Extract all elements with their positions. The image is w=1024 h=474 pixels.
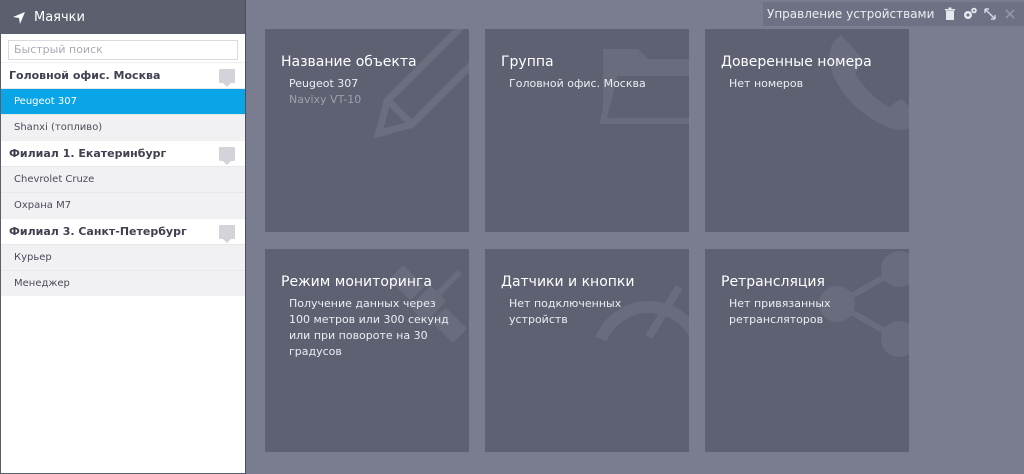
tracker-item[interactable]: Курьер	[1, 244, 245, 270]
quick-search-input[interactable]	[8, 39, 238, 60]
sidebar-header: Маячки	[1, 1, 245, 34]
tile-body: Нет подключенных устройств	[509, 296, 669, 328]
group-tile[interactable]: Группа Головной офис. Москва	[485, 29, 689, 232]
trusted-numbers-tile[interactable]: Доверенные номера Нет номеров	[705, 29, 909, 232]
group-chat-icon[interactable]	[219, 224, 235, 243]
group-name: Головной офис. Москва	[9, 69, 161, 82]
tile-body: Головной офис. Москва	[509, 76, 669, 92]
group-row[interactable]: Головной офис. Москва	[1, 62, 245, 88]
sensors-value: Нет подключенных устройств	[509, 297, 622, 326]
tile-body: Нет номеров	[729, 76, 889, 92]
search-wrap	[1, 34, 245, 62]
device-management-title: Управление устройствами	[767, 7, 935, 21]
group-name: Филиал 3. Санкт-Петербург	[9, 225, 187, 238]
group-value: Головной офис. Москва	[509, 77, 646, 90]
tracker-item[interactable]: Охрана М7	[1, 192, 245, 218]
tracker-item[interactable]: Peugeot 307	[1, 88, 245, 114]
group-name: Филиал 1. Екатеринбург	[9, 147, 167, 160]
sidebar-title: Маячки	[34, 10, 85, 25]
relay-tile[interactable]: Ретрансляция Нет привязанных ретранслято…	[705, 249, 909, 452]
tracker-item[interactable]: Chevrolet Cruze	[1, 166, 245, 192]
tracker-label: Chevrolet Cruze	[14, 174, 95, 185]
tile-title: Группа	[501, 54, 554, 70]
tile-title: Режим мониторинга	[281, 274, 432, 290]
tile-body: Нет привязанных ретрансляторов	[729, 296, 889, 328]
monitoring-mode-tile[interactable]: Режим мониторинга Получение данных через…	[265, 249, 469, 452]
group-chat-icon[interactable]	[219, 68, 235, 87]
trackers-sidebar: Маячки Головной офис. Москва Peugeot 307…	[0, 0, 246, 474]
trash-icon[interactable]	[942, 6, 958, 22]
device-model-value: Navixy VT-10	[289, 93, 362, 106]
tracker-label: Shanxi (топливо)	[14, 122, 103, 133]
tile-title: Датчики и кнопки	[501, 274, 635, 290]
tracker-label: Peugeot 307	[14, 96, 77, 107]
close-icon[interactable]	[1002, 6, 1018, 22]
tile-title: Ретрансляция	[721, 274, 825, 290]
tile-title: Название объекта	[281, 54, 417, 70]
navigation-arrow-icon	[11, 10, 27, 26]
object-name-tile[interactable]: Название объекта Peugeot 307 Navixy VT-1…	[265, 29, 469, 232]
device-management-bar: Управление устройствами	[763, 2, 1024, 26]
group-row[interactable]: Филиал 3. Санкт-Петербург	[1, 218, 245, 244]
trusted-numbers-value: Нет номеров	[729, 77, 804, 90]
tracker-label: Курьер	[14, 252, 52, 263]
object-name-value: Peugeot 307	[289, 77, 359, 90]
group-chat-icon[interactable]	[219, 146, 235, 165]
group-row[interactable]: Филиал 1. Екатеринбург	[1, 140, 245, 166]
tile-body: Получение данных через 100 метров или 30…	[289, 296, 449, 360]
gears-icon[interactable]	[962, 6, 978, 22]
relay-value: Нет привязанных ретрансляторов	[729, 297, 831, 326]
tracker-item[interactable]: Менеджер	[1, 270, 245, 296]
tile-title: Доверенные номера	[721, 54, 872, 70]
sensors-buttons-tile[interactable]: Датчики и кнопки Нет подключенных устрой…	[485, 249, 689, 452]
tracker-item[interactable]: Shanxi (топливо)	[1, 114, 245, 140]
expand-icon[interactable]	[982, 6, 998, 22]
tile-body: Peugeot 307 Navixy VT-10	[289, 76, 449, 108]
tracker-label: Менеджер	[14, 278, 70, 289]
monitoring-mode-value: Получение данных через 100 метров или 30…	[289, 297, 449, 358]
tracker-label: Охрана М7	[14, 200, 72, 211]
